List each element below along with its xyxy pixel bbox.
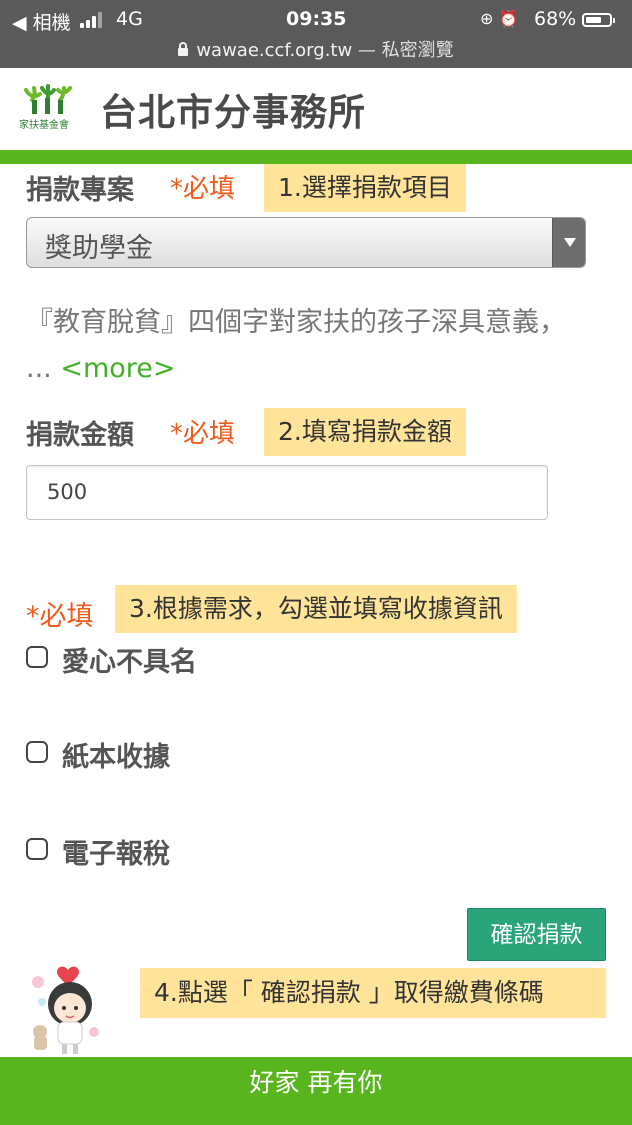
step4-note: 4.點選「 確認捐款 」取得繳費條碼	[140, 968, 606, 1018]
footer-slogan: 好家 再有你	[249, 1068, 383, 1097]
address-bar[interactable]: wawae.ccf.org.tw — 私密瀏覽	[0, 36, 632, 62]
project-required-mark: *必填	[170, 174, 236, 204]
battery-percent: 68%	[534, 8, 577, 30]
confirm-donation-button[interactable]: 確認捐款	[467, 908, 606, 961]
logo-caption: 家扶基金會	[19, 120, 69, 131]
lock-icon	[178, 42, 189, 56]
project-select-value: 獎助學金	[45, 233, 153, 264]
footer-bar: 好家 再有你	[0, 1057, 632, 1125]
header-divider	[0, 150, 632, 164]
url-text: wawae.ccf.org.tw	[196, 40, 353, 61]
rotation-lock-icon: ⊕	[480, 9, 494, 28]
project-label: 捐款專案	[26, 175, 134, 206]
status-time: 09:35	[286, 8, 347, 30]
amount-required-mark: *必填	[170, 419, 236, 449]
more-link[interactable]: <more>	[60, 353, 175, 384]
amount-input[interactable]: 500	[26, 465, 548, 520]
back-to-app-link[interactable]: ◀ 相機	[12, 8, 71, 35]
paper-receipt-label: 紙本收據	[62, 742, 170, 773]
step3-note: 3.根據需求，勾選並填寫收據資訊	[115, 585, 517, 633]
amount-label: 捐款金額	[26, 420, 134, 451]
mascot-girl-icon	[32, 966, 99, 1054]
alarm-icon: ⏰	[498, 9, 519, 28]
battery-icon	[582, 13, 615, 27]
private-browsing-label: — 私密瀏覽	[352, 40, 454, 61]
e-tax-checkbox[interactable]	[26, 838, 48, 860]
chevron-down-icon	[552, 218, 585, 267]
step1-note: 1.選擇捐款項目	[264, 164, 466, 212]
anonymous-checkbox[interactable]	[26, 646, 48, 668]
project-description: 『教育脫貧』四個字對家扶的孩子深具意義， ... <more>	[26, 300, 596, 392]
network-type: 4G	[116, 8, 143, 30]
paper-receipt-checkbox[interactable]	[26, 741, 48, 763]
step2-note: 2.填寫捐款金額	[264, 408, 466, 456]
signal-strength-icon	[80, 12, 108, 28]
e-tax-label: 電子報稅	[62, 839, 170, 870]
project-select[interactable]: 獎助學金	[26, 217, 586, 268]
status-bar: ◀ 相機 4G 09:35 ⊕ ⏰ 68% wawae.ccf.org.tw —…	[0, 0, 632, 68]
site-header: 家扶基金會 台北市分事務所	[0, 68, 632, 150]
receipt-required-mark: *必填	[26, 601, 94, 632]
page-title: 台北市分事務所	[100, 91, 366, 134]
anonymous-label: 愛心不具名	[62, 647, 197, 678]
